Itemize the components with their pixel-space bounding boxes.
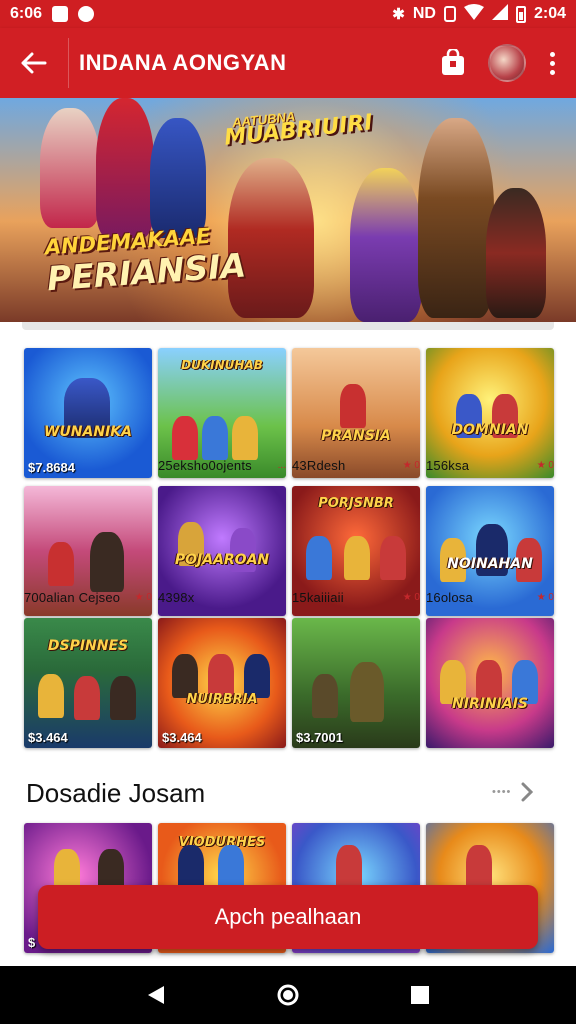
- item-rating: ★ 0: [402, 592, 420, 603]
- game-character: [218, 845, 244, 889]
- sheet-edge: [22, 322, 554, 330]
- hero-figure: [96, 98, 154, 238]
- status-time-right: 2:04: [533, 5, 566, 22]
- game-title: WUNANIKA: [44, 424, 132, 440]
- item-text: 700alian Cejseo: [24, 590, 121, 605]
- game-price: $3.464: [28, 730, 68, 745]
- app-bar: INDANA AONGYAN: [0, 28, 576, 98]
- list-item: 25eksho0ojents ...: [158, 458, 286, 473]
- item-rating: ★ 0: [134, 592, 152, 603]
- nav-home-icon[interactable]: [268, 975, 308, 1015]
- game-character: [306, 536, 332, 580]
- item-rating: ...: [277, 460, 286, 471]
- section-title: Dosadie Josam: [26, 778, 206, 808]
- game-character: [74, 676, 100, 720]
- vibrate-icon: [443, 6, 456, 22]
- game-title: DOMNIAN: [451, 422, 529, 438]
- nav-back-icon[interactable]: [136, 975, 176, 1015]
- game-character: [202, 416, 228, 460]
- list-item: 16olosa ★ 0: [426, 590, 554, 605]
- network-label: ND: [412, 5, 436, 22]
- game-card[interactable]: NUIRBRIA $3.464: [158, 618, 286, 748]
- game-character: [380, 536, 406, 580]
- game-character: [38, 674, 64, 718]
- game-character: [90, 532, 124, 592]
- hero-figure: [418, 118, 494, 318]
- game-character: [344, 536, 370, 580]
- game-title: DSPINNES: [47, 638, 129, 654]
- shopping-bag-icon[interactable]: [436, 46, 470, 80]
- item-text: 15kaiiiaii: [292, 590, 344, 605]
- hero-figure: [150, 118, 206, 238]
- item-text: 16olosa: [426, 590, 473, 605]
- row-info: 700alian Cejseo ★ 0 4398x 15kaiiiaii ★ 0…: [24, 590, 554, 610]
- battery-icon: [515, 5, 526, 23]
- hero-banner[interactable]: AATUBNA MUABRIUIRI ANDEMAKAAE PERIANSIA: [0, 98, 576, 322]
- game-price: $3.464: [162, 730, 202, 745]
- wifi-icon: [463, 3, 484, 25]
- item-text: 156ksa: [426, 458, 470, 473]
- game-price: $: [28, 935, 36, 950]
- app-bar-divider: [68, 38, 69, 88]
- game-character: [232, 416, 258, 460]
- game-card[interactable]: $3.7001: [292, 618, 420, 748]
- more-dots: ••••: [492, 786, 512, 798]
- game-character: [336, 845, 362, 889]
- game-card[interactable]: DSPINNES $3.464: [24, 618, 152, 748]
- primary-action-button[interactable]: Apch pealhaan: [38, 885, 538, 949]
- game-character: [48, 542, 74, 586]
- system-nav-bar: [0, 966, 576, 1024]
- hero-figure: [40, 108, 100, 228]
- game-character: [110, 676, 136, 720]
- hero-figure: [486, 188, 546, 318]
- game-title: DUKINUHAB: [181, 358, 263, 372]
- section-more[interactable]: ••••: [492, 782, 534, 802]
- game-title: NIRINIAIS: [452, 696, 528, 712]
- status-bar: 6:06 ✱ ND 2:04: [0, 0, 576, 28]
- item-rating: ★ 0: [402, 460, 420, 471]
- list-item: 700alian Cejseo ★ 0: [24, 590, 152, 605]
- row-info: 25eksho0ojents ... 43Rdesh ★ 0 156ksa ★ …: [24, 458, 554, 478]
- game-character: [178, 845, 204, 889]
- game-title: PORJSNBR: [318, 496, 394, 511]
- more-vert-icon[interactable]: [542, 45, 562, 81]
- game-character: [350, 662, 384, 722]
- list-item: 156ksa ★ 0: [426, 458, 554, 473]
- chevron-right-icon: [521, 782, 534, 802]
- list-item: 4398x: [158, 590, 286, 605]
- bluetooth-icon: ✱: [392, 5, 405, 23]
- game-price: $3.7001: [296, 730, 343, 745]
- alert-notification-icon: [78, 6, 95, 22]
- game-title: POJAAROAN: [174, 552, 270, 568]
- game-character: [340, 384, 366, 428]
- hero-figure: [350, 168, 422, 322]
- image-notification-icon: [52, 6, 69, 22]
- avatar[interactable]: [488, 44, 526, 82]
- app-title: INDANA AONGYAN: [79, 50, 287, 75]
- game-character: [312, 674, 338, 718]
- game-title: NUIRBRIA: [186, 692, 258, 707]
- nav-recents-icon[interactable]: [400, 975, 440, 1015]
- item-text: 43Rdesh: [292, 458, 346, 473]
- item-rating: ★ 0: [536, 592, 554, 603]
- item-text: 4398x: [158, 590, 195, 605]
- item-rating: ★ 0: [536, 460, 554, 471]
- game-title: PRANSIA: [321, 428, 391, 444]
- list-item: 15kaiiiaii ★ 0: [292, 590, 420, 605]
- item-text: 25eksho0ojents: [158, 458, 252, 473]
- game-character: [172, 416, 198, 460]
- status-time-left: 6:06: [10, 5, 43, 22]
- game-character: [466, 845, 492, 889]
- signal-icon: [491, 3, 508, 25]
- list-item: 43Rdesh ★ 0: [292, 458, 420, 473]
- game-title: NOINAHAN: [447, 556, 533, 572]
- back-arrow-icon[interactable]: [14, 43, 54, 83]
- game-card[interactable]: NIRINIAIS: [426, 618, 554, 748]
